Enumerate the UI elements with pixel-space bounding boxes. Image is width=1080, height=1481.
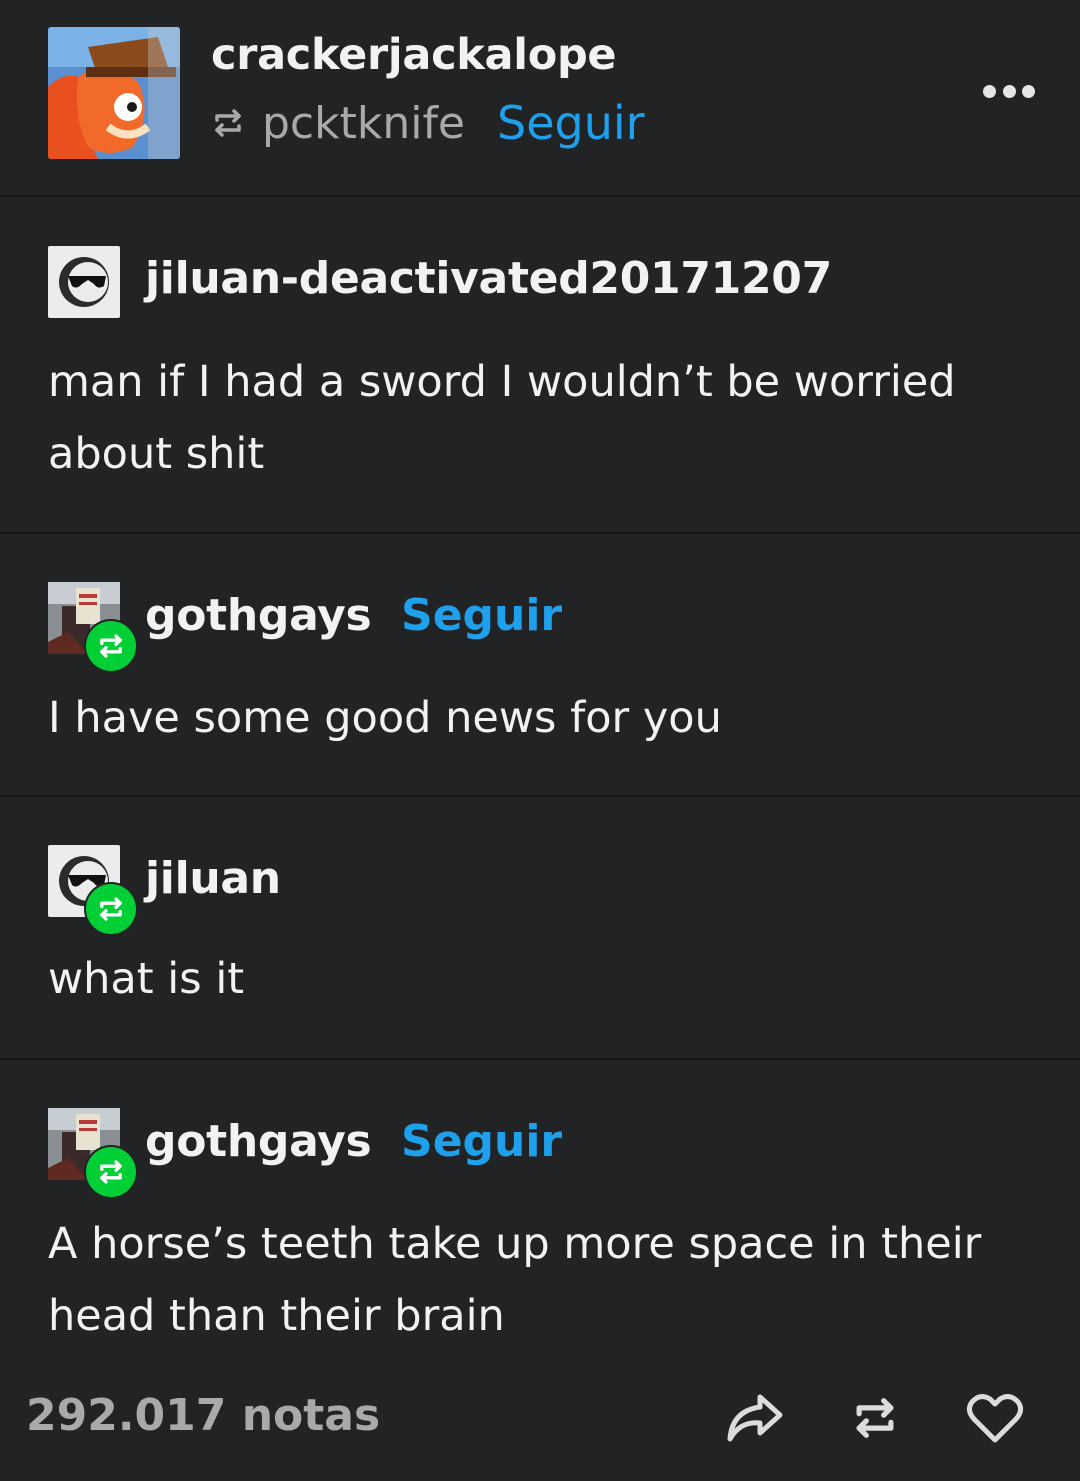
like-heart-icon[interactable] [965,1388,1025,1448]
reblog-entry: jiluan-deactivated20171207 man if I had … [0,197,1080,534]
username[interactable]: jiluan-deactivated20171207 [145,253,832,304]
post-text: I have some good news for you [48,693,722,743]
follow-button[interactable]: Seguir [497,96,645,150]
share-icon[interactable] [725,1388,785,1448]
reblog-entry: jiluan what is it [0,797,1080,1060]
username[interactable]: gothgays [145,590,372,641]
reblog-icon [210,105,246,141]
blog-avatar[interactable] [48,27,180,159]
reblog-entry: gothgays Seguir I have some good news fo… [0,534,1080,797]
reblog-badge-icon [86,884,136,934]
post-text: A horse’s teeth take up more space in th… [48,1219,982,1341]
post-text: what is it [48,954,245,1004]
notes-count[interactable]: 292.017 notas [26,1390,380,1441]
blog-name[interactable]: crackerjackalope [211,30,617,80]
post-header: crackerjackalope pcktknife Seguir [0,0,1080,197]
reblogged-from-name[interactable]: pcktknife [262,98,465,149]
username[interactable]: jiluan [145,853,281,904]
reblog-button-icon[interactable] [845,1388,905,1448]
reblog-source: pcktknife Seguir [210,96,645,150]
post-footer: 292.017 notas [0,1370,1080,1481]
reblog-badge-icon [86,1147,136,1197]
more-options-icon[interactable] [983,85,1035,101]
post-text: man if I had a sword I wouldn’t be worri… [48,357,956,479]
follow-button[interactable]: Seguir [401,590,562,641]
follow-button[interactable]: Seguir [401,1116,562,1167]
username[interactable]: gothgays [145,1116,372,1167]
reblog-badge-icon [86,621,136,671]
reblog-entry: gothgays Seguir A horse’s teeth take up … [0,1060,1080,1365]
avatar[interactable] [48,246,120,318]
